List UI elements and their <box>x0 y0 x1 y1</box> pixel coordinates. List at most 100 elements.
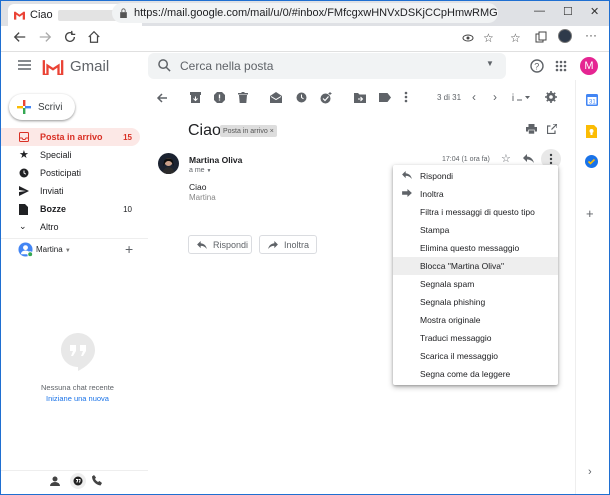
compose-label: Scrivi <box>38 101 63 113</box>
menu-item-report-spam[interactable]: Segnala spam <box>393 275 558 293</box>
send-icon <box>19 186 29 196</box>
open-new-window-icon[interactable] <box>547 124 557 134</box>
add-addon-icon[interactable]: + <box>586 206 594 221</box>
mark-unread-icon[interactable] <box>270 92 282 103</box>
new-chat-icon[interactable]: + <box>125 241 133 257</box>
svg-text:?: ? <box>534 62 539 72</box>
inbox-label-chip[interactable]: Posta in arrivo × <box>220 125 277 137</box>
menu-item-translate[interactable]: Traduci messaggio <box>393 329 558 347</box>
calendar-icon[interactable]: 31 <box>586 94 598 106</box>
reload-icon[interactable] <box>63 30 77 44</box>
account-dropdown-icon: ▼ <box>64 248 71 254</box>
tasks-icon[interactable] <box>585 155 598 168</box>
reply-arrow-icon <box>197 240 207 249</box>
reply-button[interactable]: Rispondi <box>188 235 252 254</box>
apps-grid-icon[interactable] <box>555 60 567 72</box>
sidebar-item-drafts[interactable]: Bozze 10 <box>0 200 140 218</box>
back-icon[interactable] <box>13 30 27 44</box>
search-input[interactable]: Cerca nella posta <box>180 59 273 73</box>
compose-button[interactable]: Scrivi <box>9 94 75 120</box>
reply-icon[interactable] <box>523 154 534 163</box>
hangouts-tab-icon[interactable] <box>70 473 86 489</box>
label-icon[interactable] <box>379 93 391 102</box>
draft-icon <box>19 204 28 215</box>
phone-icon[interactable] <box>92 475 102 486</box>
gmail-logo-text: Gmail <box>70 58 110 75</box>
contacts-person-icon[interactable] <box>50 476 60 486</box>
archive-icon[interactable] <box>190 92 201 103</box>
message-signature: Martina <box>189 193 216 202</box>
recipients-toggle[interactable]: a me ▼ <box>189 167 211 174</box>
maximize-icon[interactable]: ☐ <box>563 5 573 18</box>
menu-item-print[interactable]: Stampa <box>393 221 558 239</box>
forward-arrow-icon <box>268 240 278 249</box>
sidebar-item-inbox[interactable]: Posta in arrivo 15 <box>0 128 140 146</box>
sidebar-item-label: Altro <box>40 222 59 232</box>
window-close-icon[interactable]: ✕ <box>590 5 599 18</box>
search-bar[interactable]: Cerca nella posta ▼ <box>148 53 506 79</box>
tab-title: Ciao <box>30 9 53 21</box>
sidebar-divider <box>0 238 148 239</box>
gmail-logo-icon[interactable] <box>42 58 64 75</box>
sidebar-item-label: Posticipati <box>40 168 82 178</box>
sender-avatar[interactable] <box>158 153 179 174</box>
add-task-icon[interactable] <box>320 92 332 104</box>
hangouts-user-icon[interactable] <box>18 242 33 257</box>
address-bar[interactable]: https://mail.google.com/mail/u/0/#inbox/… <box>112 3 498 23</box>
side-panel <box>575 80 610 495</box>
tracking-icon[interactable] <box>462 32 474 44</box>
help-icon[interactable]: ? <box>530 59 544 73</box>
forward-button[interactable]: Inoltra <box>259 235 317 254</box>
sidebar-item-snoozed[interactable]: Posticipati <box>0 164 140 182</box>
menu-item-show-original[interactable]: Mostra originale <box>393 311 558 329</box>
recipients-dropdown-icon: ▼ <box>206 168 212 174</box>
main-menu-icon[interactable] <box>18 60 31 70</box>
message-time: 17:04 (1 ora fa) <box>442 156 490 163</box>
expand-panel-icon[interactable]: › <box>588 466 592 478</box>
sidebar-item-label: Speciali <box>40 150 72 160</box>
search-icon[interactable] <box>158 59 171 72</box>
remove-label-icon[interactable]: × <box>270 128 274 135</box>
keep-icon[interactable] <box>586 125 597 138</box>
back-to-inbox-icon[interactable] <box>156 92 168 104</box>
menu-item-block-sender[interactable]: Blocca "Martina Oliva" <box>393 257 558 275</box>
settings-gear-icon[interactable] <box>545 91 557 103</box>
print-icon[interactable] <box>526 124 537 134</box>
forward-icon[interactable] <box>38 30 52 44</box>
menu-item-mark-unread[interactable]: Segna come da leggere <box>393 365 558 383</box>
favorite-star-icon[interactable]: ☆ <box>483 31 494 45</box>
svg-text:31: 31 <box>589 100 596 106</box>
delete-icon[interactable] <box>238 92 248 103</box>
search-options-icon[interactable]: ▼ <box>486 59 494 68</box>
start-chat-link[interactable]: Iniziane una nuova <box>0 394 155 403</box>
input-tools-icon[interactable]: Ꭵ <box>512 92 530 103</box>
favorites-bar-icon[interactable]: ☆ <box>510 31 521 45</box>
forward-icon <box>402 189 412 197</box>
collections-icon[interactable] <box>535 31 547 43</box>
report-spam-icon[interactable] <box>214 92 225 103</box>
prev-message-icon[interactable]: ‹ <box>472 90 476 104</box>
menu-item-reply[interactable]: Rispondi <box>393 167 558 185</box>
more-options-icon[interactable]: ··· <box>585 28 597 42</box>
sidebar-item-starred[interactable]: ★ Speciali <box>0 146 140 164</box>
star-icon: ★ <box>19 149 29 161</box>
menu-item-report-phishing[interactable]: Segnala phishing <box>393 293 558 311</box>
unread-count: 15 <box>123 132 132 142</box>
star-message-icon[interactable]: ☆ <box>501 152 511 165</box>
menu-item-delete[interactable]: Elimina questo messaggio <box>393 239 558 257</box>
lock-icon <box>119 8 128 18</box>
account-name[interactable]: Martina ▼ <box>36 245 71 254</box>
profile-avatar[interactable] <box>558 29 572 43</box>
menu-item-download[interactable]: Scarica il messaggio <box>393 347 558 365</box>
sidebar-item-more[interactable]: ⌄ Altro <box>0 218 140 236</box>
more-actions-icon[interactable] <box>404 91 408 103</box>
menu-item-forward[interactable]: Inoltra <box>393 185 558 203</box>
menu-item-filter[interactable]: Filtra i messaggi di questo tipo <box>393 203 558 221</box>
snooze-icon[interactable] <box>296 92 307 103</box>
sidebar-item-sent[interactable]: Inviati <box>0 182 140 200</box>
home-icon[interactable] <box>87 30 101 44</box>
minimize-icon[interactable]: — <box>534 5 545 17</box>
account-avatar[interactable]: M <box>580 57 598 75</box>
move-to-icon[interactable] <box>354 92 366 103</box>
next-message-icon[interactable]: › <box>493 90 497 104</box>
